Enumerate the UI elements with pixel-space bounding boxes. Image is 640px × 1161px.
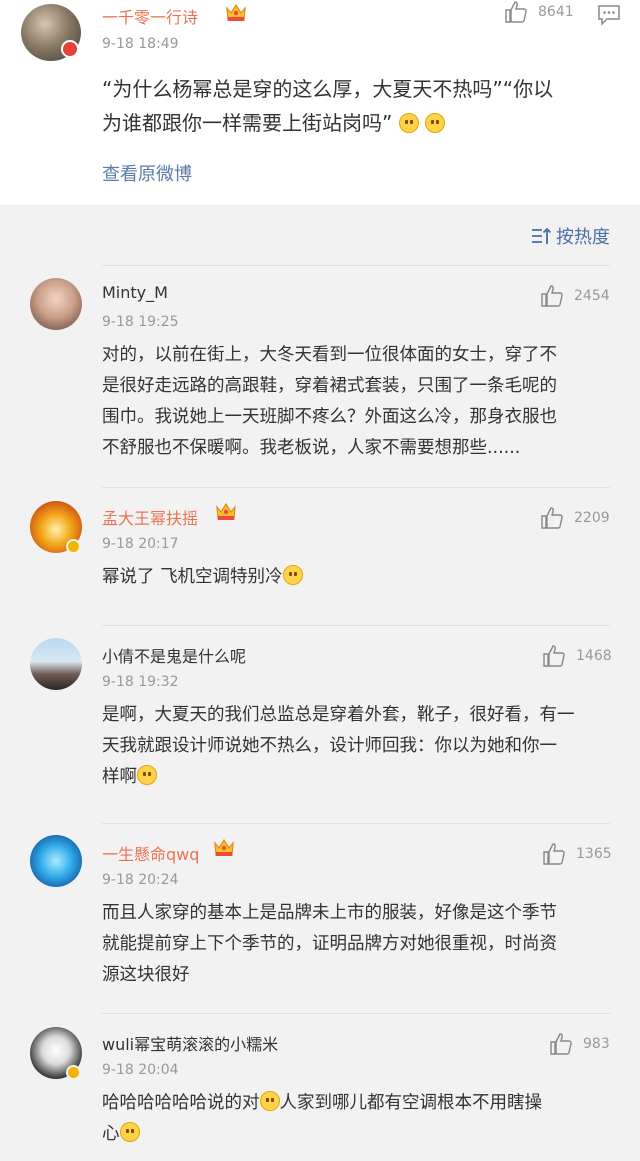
sort-label: 按热度 xyxy=(556,227,610,248)
comment-avatar[interactable] xyxy=(30,638,82,690)
thumb-up-icon xyxy=(550,1033,572,1055)
comment-text: 哈哈哈哈哈哈说的对 人家到哪儿都有空调根本不用瞎操 心 xyxy=(102,1088,622,1150)
verified-badge-icon xyxy=(66,1065,81,1080)
comment-author[interactable]: 孟大王幂扶摇 xyxy=(102,505,198,529)
thumb-up-icon xyxy=(505,1,527,23)
main-post-author[interactable]: 一千零一行诗 xyxy=(102,4,198,28)
crown-icon xyxy=(214,838,234,856)
comment-text-line: 源这块很好 xyxy=(102,965,190,985)
comment-time: 9-18 20:24 xyxy=(102,872,179,888)
comment-text: 对的，以前在街上，大冬天看到一位很体面的女士，穿了不 是很好走远路的高跟鞋，穿着… xyxy=(102,340,622,464)
main-post-text-line: 为谁都跟你一样需要上街站岗吗” xyxy=(102,106,622,140)
comment-item: Minty_M 9-18 19:25 2454 对的，以前在街上，大冬天看到一位… xyxy=(0,265,640,487)
comment-like-count: 1365 xyxy=(576,846,612,862)
view-original-link[interactable]: 查看原微博 xyxy=(102,160,192,186)
comment-item: 孟大王幂扶摇 9-18 20:17 2209 幂说了 飞机空调特别冷 xyxy=(0,487,640,625)
crown-icon xyxy=(226,3,246,21)
emoji-icon xyxy=(119,1122,140,1142)
comment-text-line: 哈哈哈哈哈哈说的对 人家到哪儿都有空调根本不用瞎操 xyxy=(102,1091,542,1113)
main-post-like-button[interactable]: 8641 xyxy=(504,0,574,24)
sort-icon xyxy=(532,227,552,244)
sort-bar: 按热度 xyxy=(0,205,640,265)
thumb-up-icon xyxy=(541,507,563,529)
comment-like-button[interactable]: 983 xyxy=(549,1032,610,1056)
comment-text-line: 幂说了 飞机空调特别冷 xyxy=(102,562,622,593)
thumb-up-icon xyxy=(543,843,565,865)
comment-like-count: 1468 xyxy=(576,648,612,664)
comment-text-line: 天我就跟设计师说她不热么，设计师回我：你以为她和你一 xyxy=(102,736,557,756)
comment-time: 9-18 19:25 xyxy=(102,314,179,330)
comment-like-count: 2209 xyxy=(574,510,610,526)
reply-icon[interactable] xyxy=(597,4,621,26)
emoji-icon xyxy=(425,113,446,133)
comment-time: 9-18 19:32 xyxy=(102,674,179,690)
comment-text-line: 不舒服也不保暖啊。我老板说，人家不需要想那些...... xyxy=(102,438,521,458)
comment-text: 是啊，大夏天的我们总监总是穿着外套，靴子，很好看，有一 天我就跟设计师说她不热么… xyxy=(102,700,622,793)
comment-like-button[interactable]: 2454 xyxy=(540,284,610,308)
comment-text-line: 就能提前穿上下个季节的，证明品牌方对她很重视，时尚资 xyxy=(102,934,557,954)
comment-item: 小倩不是鬼是什么呢 9-18 19:32 1468 是啊，大夏天的我们总监总是穿… xyxy=(0,625,640,823)
comment-like-button[interactable]: 2209 xyxy=(540,506,610,530)
comment-text-line: 对的，以前在街上，大冬天看到一位很体面的女士，穿了不 xyxy=(102,345,557,365)
comment-avatar[interactable] xyxy=(30,835,82,887)
comment-like-button[interactable]: 1365 xyxy=(542,842,612,866)
comment-item: wuli幂宝萌滚滚的小糯米 9-18 20:04 983 哈哈哈哈哈哈说的对 人家… xyxy=(0,1013,640,1161)
comment-author[interactable]: 一生懸命qwq xyxy=(102,841,199,865)
main-post-text-line: “为什么杨幂总是穿的这么厚，大夏天不热吗”“你以 xyxy=(102,77,554,101)
emoji-icon xyxy=(398,113,419,133)
emoji-icon xyxy=(137,765,157,785)
main-post-card: 一千零一行诗 9-18 18:49 8641 “为什么杨幂总是穿的这么厚，大夏天… xyxy=(0,0,640,205)
emoji-icon xyxy=(282,565,303,585)
comment-list: Minty_M 9-18 19:25 2454 对的，以前在街上，大冬天看到一位… xyxy=(0,265,640,1161)
main-post-time: 9-18 18:49 xyxy=(102,36,179,52)
comment-like-count: 983 xyxy=(583,1036,610,1052)
comment-author[interactable]: 小倩不是鬼是什么呢 xyxy=(102,643,246,667)
thumb-up-icon xyxy=(541,285,563,307)
comment-time: 9-18 20:17 xyxy=(102,536,179,552)
verified-badge-icon xyxy=(61,40,79,58)
comment-like-button[interactable]: 1468 xyxy=(542,644,612,668)
comment-text: 幂说了 飞机空调特别冷 xyxy=(102,562,622,593)
sort-by-hot-button[interactable]: 按热度 xyxy=(530,223,610,249)
emoji-icon xyxy=(259,1091,280,1111)
comment-text-line: 围巾。我说她上一天班脚不疼么？外面这么冷，那身衣服也 xyxy=(102,407,557,427)
comment-author[interactable]: wuli幂宝萌滚滚的小糯米 xyxy=(102,1031,278,1055)
comment-author[interactable]: Minty_M xyxy=(102,283,168,302)
main-post-like-count: 8641 xyxy=(538,4,574,20)
comment-avatar[interactable] xyxy=(30,278,82,330)
comment-like-count: 2454 xyxy=(574,288,610,304)
comment-text-line: 是啊，大夏天的我们总监总是穿着外套，靴子，很好看，有一 xyxy=(102,705,575,725)
comment-item: 一生懸命qwq 9-18 20:24 1365 而且人家穿的基本上是品牌未上市的… xyxy=(0,823,640,1013)
comment-text: 而且人家穿的基本上是品牌未上市的服装，好像是这个季节 就能提前穿上下个季节的，证… xyxy=(102,898,622,991)
comment-text-line: 是很好走远路的高跟鞋，穿着裙式套装，只围了一条毛呢的 xyxy=(102,376,557,396)
thumb-up-icon xyxy=(543,645,565,667)
crown-icon xyxy=(216,502,236,520)
comment-text-line: 心 xyxy=(102,1119,622,1150)
main-post-text: “为什么杨幂总是穿的这么厚，大夏天不热吗”“你以 为谁都跟你一样需要上街站岗吗” xyxy=(102,72,622,140)
comment-text-line: 而且人家穿的基本上是品牌未上市的服装，好像是这个季节 xyxy=(102,903,557,923)
verified-badge-icon xyxy=(66,539,81,554)
comment-time: 9-18 20:04 xyxy=(102,1062,179,1078)
comment-text-line: 样啊 xyxy=(102,762,622,793)
